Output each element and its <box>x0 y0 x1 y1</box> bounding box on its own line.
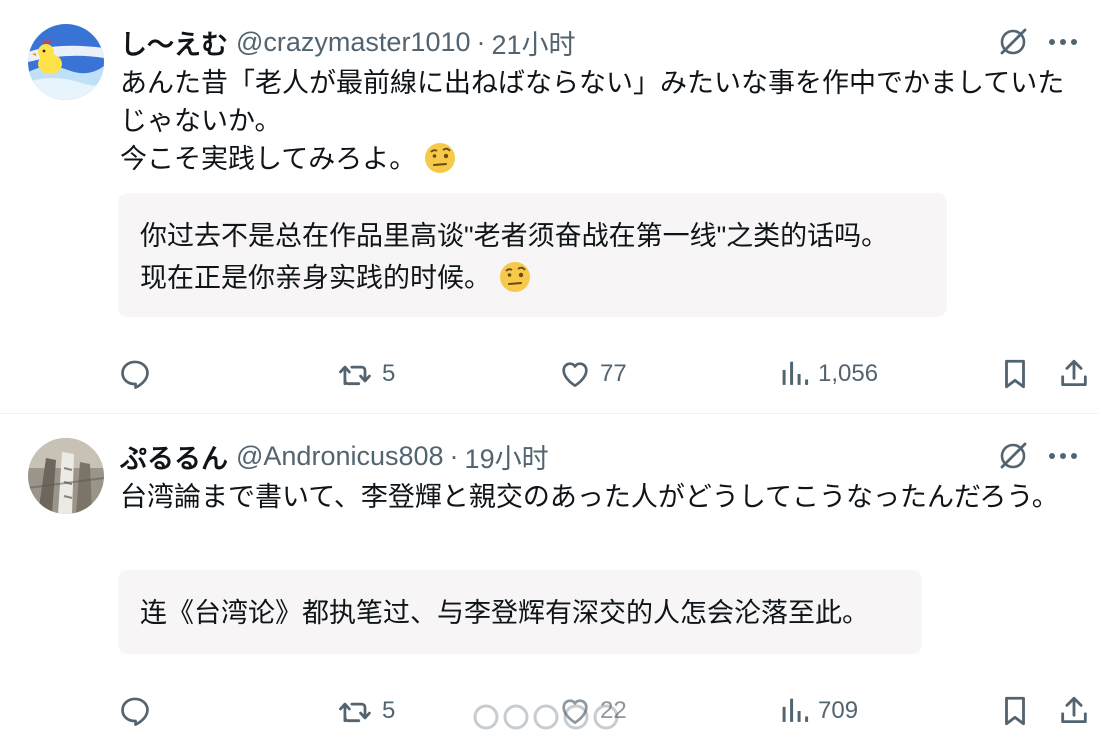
timestamp[interactable]: 19小时 <box>465 437 549 476</box>
display-name[interactable]: し〜えむ <box>120 23 228 62</box>
tweet-header: し〜えむ @crazymaster1010 · 21小时 <box>120 22 1078 62</box>
bookmark-icon <box>1005 696 1025 726</box>
timestamp[interactable]: 21小时 <box>492 23 576 62</box>
avatar[interactable] <box>28 24 104 100</box>
retweet-button[interactable]: 5 <box>338 694 395 728</box>
user-handle[interactable]: @Andronicus808 <box>236 441 444 472</box>
cartoon-chick-avatar-icon <box>28 24 104 100</box>
user-handle[interactable]: @crazymaster1010 <box>236 27 471 58</box>
watermark-icon <box>466 694 642 740</box>
header-actions <box>996 436 1078 476</box>
views-button[interactable]: 1,056 <box>780 357 878 391</box>
reply-icon <box>121 697 149 726</box>
bookmark-button[interactable] <box>1000 694 1030 728</box>
translation-box: 连《台湾论》都执笔过、与李登辉有深交的人怎会沦落至此。 <box>118 570 922 654</box>
separator: · <box>476 26 486 57</box>
retweet-count: 5 <box>382 360 396 387</box>
tweet[interactable]: し〜えむ @crazymaster1010 · 21小时 あんた昔「老人が最前線… <box>0 0 1098 413</box>
photo-avatar-icon <box>28 438 104 514</box>
retweet-icon <box>339 702 371 723</box>
share-button[interactable] <box>1058 357 1090 391</box>
separator: · <box>449 440 459 471</box>
reply-button[interactable] <box>118 694 160 728</box>
tweet-text: 台湾論まで書いて、李登輝と親交のあった人がどうしてこうなったんだろう。 <box>120 482 1059 512</box>
reply-icon <box>121 360 149 389</box>
share-icon <box>1061 696 1087 724</box>
views-icon <box>782 361 809 385</box>
views-button[interactable]: 709 <box>780 694 858 728</box>
translation-box: 你过去不是总在作品里高谈"老者须奋战在第一线"之类的话吗。 现在正是你亲身实践的… <box>118 193 947 317</box>
bookmark-button[interactable] <box>1000 357 1030 391</box>
tweet-feed: し〜えむ @crazymaster1010 · 21小时 あんた昔「老人が最前線… <box>0 0 1098 753</box>
avatar[interactable] <box>28 438 104 514</box>
retweet-count: 5 <box>382 697 396 724</box>
bookmark-icon <box>1005 359 1025 389</box>
tweet-text: あんた昔「老人が最前線に出ねばならない」みたいな事を作中でかましていたじゃないか… <box>120 64 1080 178</box>
header-actions <box>996 22 1078 62</box>
retweet-icon <box>339 365 371 386</box>
tweet-header: ぷるるん @Andronicus808 · 19小时 <box>120 436 1078 476</box>
like-count: 77 <box>600 360 627 387</box>
tweet-text-content: あんた昔「老人が最前線に出ねばならない」みたいな事を作中でかましていたじゃないか… <box>120 68 1065 174</box>
view-count: 1,056 <box>818 360 879 387</box>
share-icon <box>1061 359 1087 387</box>
more-options-icon[interactable] <box>1048 452 1078 460</box>
face-with-raised-eyebrow-icon <box>425 143 456 173</box>
view-count: 709 <box>818 697 859 724</box>
reply-button[interactable] <box>118 357 160 391</box>
share-button[interactable] <box>1058 694 1090 728</box>
face-with-raised-eyebrow-icon <box>500 262 530 292</box>
views-icon <box>782 698 809 722</box>
retweet-button[interactable]: 5 <box>338 357 395 391</box>
heart-icon <box>562 362 588 387</box>
grok-icon[interactable] <box>996 25 1030 59</box>
tweet-actions: 5 77 1,056 <box>118 354 1088 394</box>
translation-text: 连《台湾论》都执笔过、与李登辉有深交的人怎会沦落至此。 <box>140 598 869 628</box>
display-name[interactable]: ぷるるん <box>120 437 228 476</box>
more-options-icon[interactable] <box>1048 38 1078 46</box>
grok-icon[interactable] <box>996 439 1030 473</box>
like-button[interactable]: 77 <box>558 357 627 391</box>
